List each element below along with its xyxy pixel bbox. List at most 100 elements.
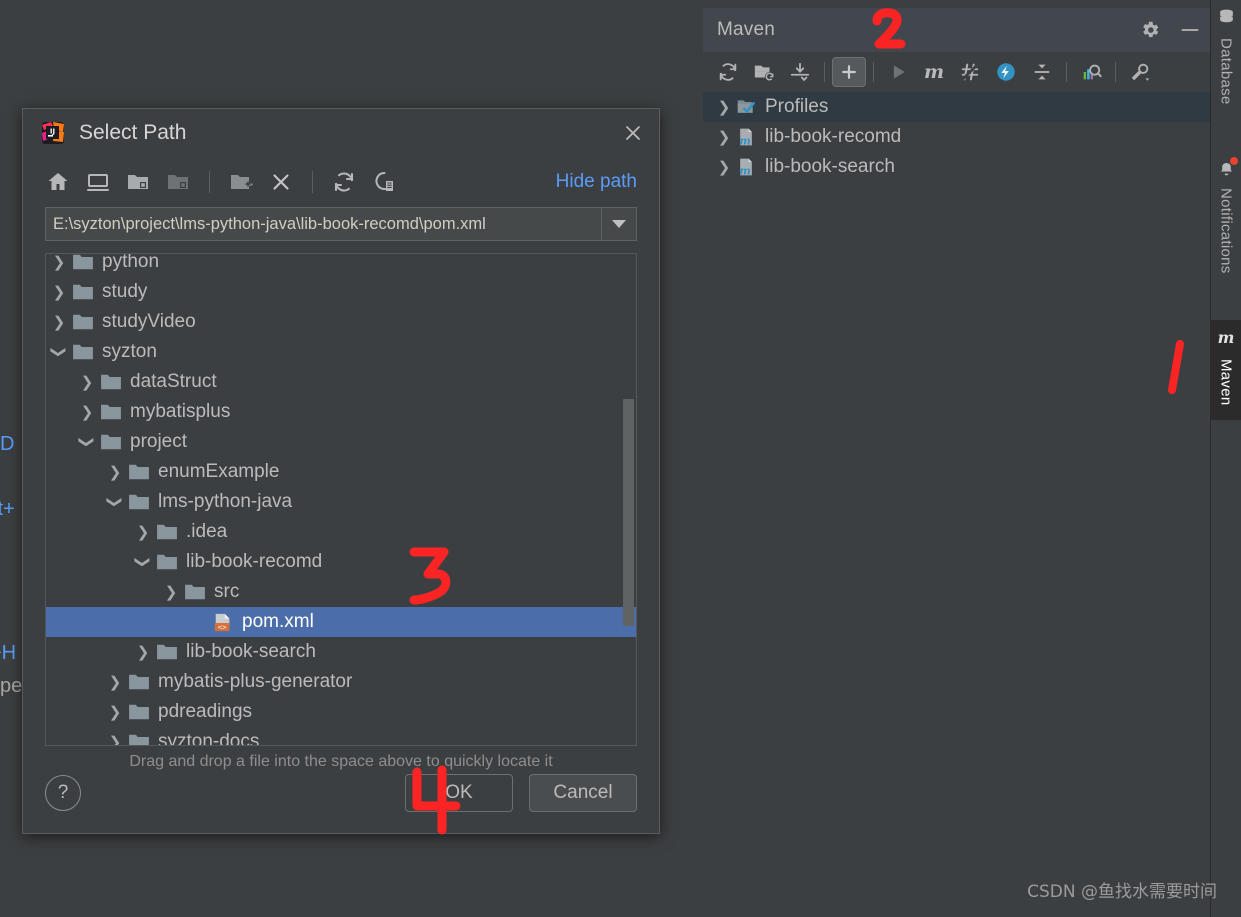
chevron-right-icon[interactable]: ❯ — [46, 254, 72, 271]
maven-tree-row-lib-book-recomd[interactable]: ❯ m lib-book-recomd — [703, 122, 1211, 152]
chevron-right-icon[interactable]: ❯ — [713, 128, 735, 146]
tool-strip-label: Database — [1217, 38, 1235, 105]
edge-hint-0: D — [0, 433, 15, 455]
run-icon — [881, 57, 915, 87]
chevron-right-icon[interactable]: ❯ — [74, 373, 100, 391]
show-hidden-files-icon[interactable] — [371, 169, 397, 195]
chevron-down-icon[interactable] — [601, 208, 636, 240]
file-tree-row[interactable]: ❯ dataStruct — [46, 367, 636, 397]
chevron-down-icon[interactable]: ❯ — [50, 339, 68, 365]
file-tree-label: pdreadings — [158, 701, 253, 722]
file-tree-row[interactable]: ❯ lib-book-recomd — [46, 547, 636, 577]
folder-icon — [72, 283, 94, 301]
dialog-titlebar: IJ Select Path — [23, 109, 659, 157]
dialog-footer: ? OK Cancel — [23, 753, 659, 833]
tool-strip-maven[interactable]: m Maven — [1211, 320, 1241, 420]
chevron-right-icon[interactable]: ❯ — [102, 733, 128, 745]
chevron-down-icon[interactable]: ❯ — [106, 489, 124, 515]
tool-strip-database[interactable]: Database — [1211, 0, 1241, 150]
cancel-button[interactable]: Cancel — [529, 774, 637, 812]
svg-text:m: m — [924, 61, 944, 83]
chevron-right-icon[interactable]: ❯ — [158, 583, 184, 601]
file-tree-row[interactable]: ❯ project — [46, 427, 636, 457]
minimize-icon[interactable] — [1179, 19, 1201, 41]
svg-text:m: m — [739, 165, 750, 178]
delete-icon[interactable] — [268, 169, 294, 195]
file-tree-row[interactable]: ❯ mybatis-plus-generator — [46, 667, 636, 697]
maven-tree-row-profiles[interactable]: ❯ Profiles — [703, 92, 1211, 122]
tool-strip-notifications[interactable]: Notifications — [1211, 150, 1241, 320]
maven-toolbar: m — [703, 52, 1211, 92]
chevron-right-icon[interactable]: ❯ — [46, 283, 72, 301]
path-field[interactable]: E:\syzton\project\lms-python-java\lib-bo… — [45, 207, 637, 241]
reload-all-maven-projects-icon[interactable] — [711, 57, 745, 87]
project-directory-icon[interactable] — [125, 169, 151, 195]
folder-icon — [72, 254, 94, 271]
chevron-down-icon[interactable]: ❯ — [134, 549, 152, 575]
scrollbar-thumb[interactable] — [623, 399, 634, 626]
toggle-skip-tests-icon[interactable] — [953, 57, 987, 87]
maven-tool-window: Maven m ❯ Profiles ❯ m lib-book-recomd ❯… — [703, 8, 1211, 909]
svg-text:m: m — [1218, 328, 1235, 347]
ok-button[interactable]: OK — [405, 774, 513, 812]
gear-icon[interactable] — [1139, 19, 1161, 41]
refresh-icon[interactable] — [331, 169, 357, 195]
add-maven-project-icon[interactable] — [832, 57, 866, 87]
download-sources-icon[interactable] — [783, 57, 817, 87]
toolbar-separator — [312, 171, 313, 193]
chevron-right-icon[interactable]: ❯ — [102, 673, 128, 691]
folder-icon — [156, 553, 178, 571]
path-input[interactable]: E:\syzton\project\lms-python-java\lib-bo… — [46, 215, 601, 234]
folder-icon — [128, 673, 150, 691]
maven-settings-icon[interactable] — [1123, 57, 1157, 87]
chevron-down-icon[interactable]: ❯ — [78, 429, 96, 455]
desktop-icon[interactable] — [85, 169, 111, 195]
chevron-right-icon[interactable]: ❯ — [102, 463, 128, 481]
file-tree-label: dataStruct — [130, 371, 217, 392]
xml-file-icon: <> — [212, 613, 234, 632]
file-tree[interactable]: ❯ python ❯ study ❯ studyVideo ❯ syzton ❯ dataStru… — [45, 253, 637, 746]
file-tree-row[interactable]: ❯ lms-python-java — [46, 487, 636, 517]
chevron-right-icon[interactable]: ❯ — [713, 158, 735, 176]
chevron-right-icon[interactable]: ❯ — [713, 98, 735, 116]
file-tree-row[interactable]: ❯ syzton-docs — [46, 727, 636, 745]
close-icon[interactable] — [621, 121, 645, 145]
file-tree-row[interactable]: ❯ lib-book-search — [46, 637, 636, 667]
hide-path-link[interactable]: Hide path — [556, 171, 637, 193]
maven-tree-row-lib-book-search[interactable]: ❯ m lib-book-search — [703, 152, 1211, 182]
toggle-offline-mode-icon[interactable] — [989, 57, 1023, 87]
file-tree-row[interactable]: ❯ enumExample — [46, 457, 636, 487]
file-tree-row[interactable]: ❯ pdreadings — [46, 697, 636, 727]
svg-text:m: m — [739, 135, 750, 148]
home-icon[interactable] — [45, 169, 71, 195]
file-tree-row[interactable]: ❯ syzton — [46, 337, 636, 367]
maven-module-icon: m — [735, 156, 759, 178]
execute-maven-goal-icon[interactable]: m — [917, 57, 951, 87]
file-tree-row[interactable]: <> pom.xml — [46, 607, 636, 637]
file-tree-label: project — [130, 431, 188, 452]
show-dependency-analyzer-icon[interactable] — [1074, 57, 1108, 87]
edge-hint-3: pe — [0, 675, 23, 697]
file-tree-row[interactable]: ❯ mybatisplus — [46, 397, 636, 427]
file-tree-row[interactable]: ❯ .idea — [46, 517, 636, 547]
new-folder-icon — [228, 169, 254, 195]
collapse-all-icon[interactable] — [1025, 57, 1059, 87]
file-tree-row[interactable]: ❯ studyVideo — [46, 307, 636, 337]
chevron-right-icon[interactable]: ❯ — [130, 523, 156, 541]
folder-icon — [100, 433, 122, 451]
watermark: CSDN @鱼找水需要时间 — [1027, 882, 1217, 902]
file-tree-row[interactable]: ❯ study — [46, 277, 636, 307]
file-tree-scrollbar[interactable] — [623, 254, 634, 745]
database-icon — [1217, 8, 1236, 32]
file-tree-label: mybatisplus — [130, 401, 231, 422]
help-button[interactable]: ? — [45, 775, 81, 811]
file-tree-row[interactable]: ❯ src — [46, 577, 636, 607]
chevron-right-icon[interactable]: ❯ — [130, 643, 156, 661]
chevron-right-icon[interactable]: ❯ — [46, 313, 72, 331]
bell-icon — [1217, 157, 1238, 182]
chevron-right-icon[interactable]: ❯ — [74, 403, 100, 421]
chevron-right-icon[interactable]: ❯ — [102, 703, 128, 721]
file-tree-row[interactable]: ❯ python — [46, 254, 636, 277]
generate-sources-icon[interactable] — [747, 57, 781, 87]
maven-panel-header: Maven — [703, 8, 1211, 52]
